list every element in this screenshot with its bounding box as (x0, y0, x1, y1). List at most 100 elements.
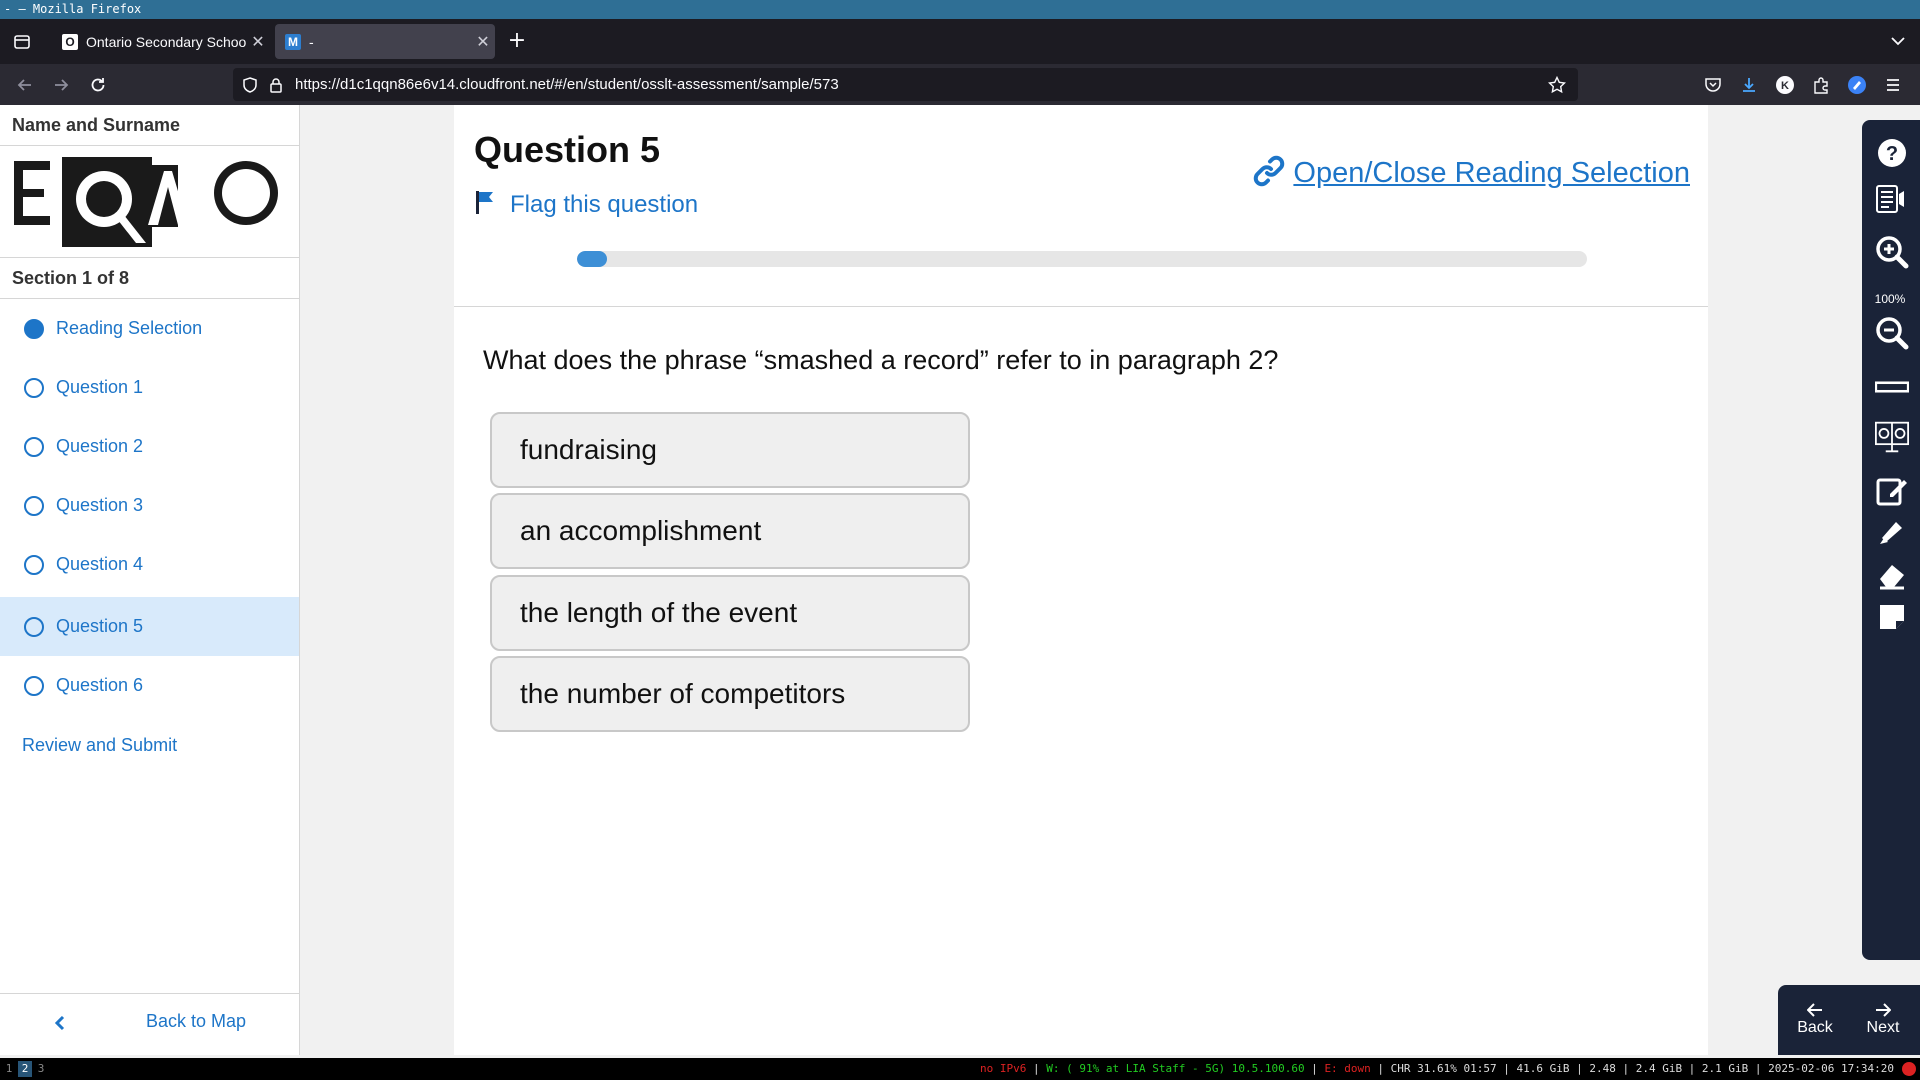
empty-circle-icon (24, 675, 44, 696)
close-tab-icon[interactable]: ✕ (246, 32, 270, 52)
workspace-1[interactable]: 1 (2, 1061, 16, 1077)
empty-circle-icon (24, 616, 44, 637)
system-status-bar: 1 2 3 no IPv6 | W: ( 91% at LIA Staff - … (0, 1058, 1920, 1080)
highlighter-icon[interactable] (1875, 515, 1909, 549)
tray-alert-icon[interactable] (1902, 1062, 1916, 1076)
sidebar-item-reading-selection[interactable]: Reading Selection (0, 299, 299, 358)
account-icon[interactable]: K (1774, 74, 1796, 96)
menu-hamburger-icon[interactable] (1882, 74, 1904, 96)
notepad-toggle-icon[interactable] (1875, 420, 1909, 454)
back-to-map-label: Back to Map (146, 1011, 247, 1031)
tab-favicon: O (62, 33, 78, 50)
tab-favicon: M (285, 33, 301, 50)
flag-question-label: Flag this question (510, 190, 699, 218)
shield-icon[interactable] (241, 76, 259, 94)
sidebar-item-label: Reading Selection (56, 318, 203, 338)
tab-title: Ontario Secondary School (86, 33, 246, 50)
pocket-icon[interactable] (1702, 74, 1724, 96)
sidebar-item-question-2[interactable]: Question 2 (0, 417, 299, 476)
tab-list-chevron-icon[interactable] (1888, 31, 1908, 51)
sidebar-item-question-3[interactable]: Question 3 (0, 476, 299, 535)
url-bar[interactable]: https://d1c1qqn86e6v14.cloudfront.net/#/… (233, 68, 1578, 101)
text-to-speech-icon[interactable] (1875, 182, 1909, 216)
sidebar-item-label: Question 2 (56, 436, 144, 456)
sidebar-item-question-1[interactable]: Question 1 (0, 358, 299, 417)
extension-badge-icon[interactable] (1846, 74, 1868, 96)
question-title: Question 5 (474, 129, 661, 170)
divider (454, 306, 1708, 307)
browser-nav-bar: https://d1c1qqn86e6v14.cloudfront.net/#/… (0, 64, 1920, 105)
workspace-2[interactable]: 2 (18, 1061, 32, 1077)
sidebar-item-label: Question 5 (56, 616, 144, 636)
flag-icon (474, 189, 496, 220)
sticky-note-icon[interactable] (1875, 600, 1909, 634)
sidebar-item-question-4[interactable]: Question 4 (0, 535, 299, 594)
empty-circle-icon (24, 554, 44, 575)
zoom-level-readout: 100% (1874, 292, 1906, 306)
section-indicator: Section 1 of 8 (12, 268, 130, 288)
wifi-status: W: ( 91% at LIA Staff - 5G) 10.5.100.60 (1046, 1062, 1305, 1075)
divider (0, 145, 299, 146)
ethernet-status: E: down (1324, 1062, 1371, 1075)
forward-arrow-icon[interactable] (48, 72, 74, 98)
edit-icon[interactable] (1875, 473, 1909, 507)
progress-bar (577, 251, 1587, 267)
close-tab-icon[interactable]: ✕ (471, 32, 495, 52)
next-button[interactable]: Next (1848, 985, 1918, 1055)
next-arrow-icon (1876, 1003, 1891, 1017)
eraser-icon[interactable] (1875, 558, 1909, 592)
browser-tab-1[interactable]: O Ontario Secondary School ✕ (52, 24, 270, 59)
reading-selection-toggle-label: Open/Close Reading Selection (1293, 157, 1690, 189)
back-arrow-icon (1807, 1003, 1822, 1017)
back-button-label: Back (1797, 1019, 1833, 1036)
zoom-out-icon[interactable] (1875, 316, 1909, 350)
answer-option-2[interactable]: an accomplishment (490, 493, 970, 569)
sidebar-item-label: Question 1 (56, 377, 144, 397)
back-arrow-icon[interactable] (12, 72, 38, 98)
chevron-left-icon (52, 1012, 68, 1034)
line-reader-icon[interactable] (1875, 370, 1909, 404)
answer-option-4[interactable]: the number of competitors (490, 656, 970, 732)
sidebar-item-question-6[interactable]: Question 6 (0, 656, 299, 715)
answer-option-3[interactable]: the length of the event (490, 575, 970, 651)
question-prompt: What does the phrase “smashed a record” … (483, 345, 1279, 375)
extensions-icon[interactable] (1810, 74, 1832, 96)
new-tab-icon[interactable]: + (505, 29, 529, 53)
review-and-submit-link[interactable]: Review and Submit (22, 735, 177, 756)
url-text: https://d1c1qqn86e6v14.cloudfront.net/#/… (295, 76, 839, 93)
eqao-logo (14, 157, 284, 247)
tab-manager-icon[interactable] (10, 30, 34, 54)
divider (0, 257, 299, 258)
back-button[interactable]: Back (1780, 985, 1850, 1055)
next-button-label: Next (1866, 1019, 1900, 1036)
flag-question-button[interactable]: Flag this question (474, 189, 698, 220)
download-icon[interactable] (1738, 74, 1760, 96)
sidebar-item-label: Question 3 (56, 495, 144, 515)
reload-icon[interactable] (85, 72, 111, 98)
system-stats: CHR 31.61% 01:57 | 41.6 GiB | 2.48 | 2.4… (1390, 1062, 1894, 1075)
answer-option-label: the length of the event (520, 597, 798, 628)
question-panel: Question 5 Flag this question Open/Close… (454, 105, 1708, 1055)
lock-icon[interactable] (267, 76, 285, 94)
svg-text:?: ? (1886, 143, 1898, 165)
answer-option-label: the number of competitors (520, 678, 846, 709)
svg-text:K: K (1781, 80, 1789, 92)
sidebar-item-label: Question 6 (56, 675, 144, 695)
back-to-map-button[interactable]: Back to Map (0, 993, 299, 1053)
answer-option-label: fundraising (520, 434, 657, 465)
zoom-in-icon[interactable] (1875, 235, 1909, 269)
open-close-reading-selection-link[interactable]: Open/Close Reading Selection (1253, 155, 1690, 192)
browser-tab-2[interactable]: M - ✕ (275, 24, 495, 59)
progress-bar-fill (577, 251, 608, 267)
sidebar-item-label: Question 4 (56, 554, 144, 574)
pager: Back Next (1778, 985, 1920, 1055)
os-window-title: - — Mozilla Firefox (0, 0, 1920, 19)
ipv6-status: no IPv6 (980, 1062, 1027, 1075)
completed-circle-icon (24, 318, 44, 339)
sidebar-item-question-5[interactable]: Question 5 (0, 597, 299, 656)
workspace-3[interactable]: 3 (34, 1061, 48, 1077)
browser-tab-strip: O Ontario Secondary School ✕ M - ✕ + (0, 19, 1920, 64)
help-icon[interactable]: ? (1875, 136, 1909, 170)
answer-option-1[interactable]: fundraising (490, 412, 970, 488)
bookmark-star-icon[interactable] (1548, 76, 1566, 94)
